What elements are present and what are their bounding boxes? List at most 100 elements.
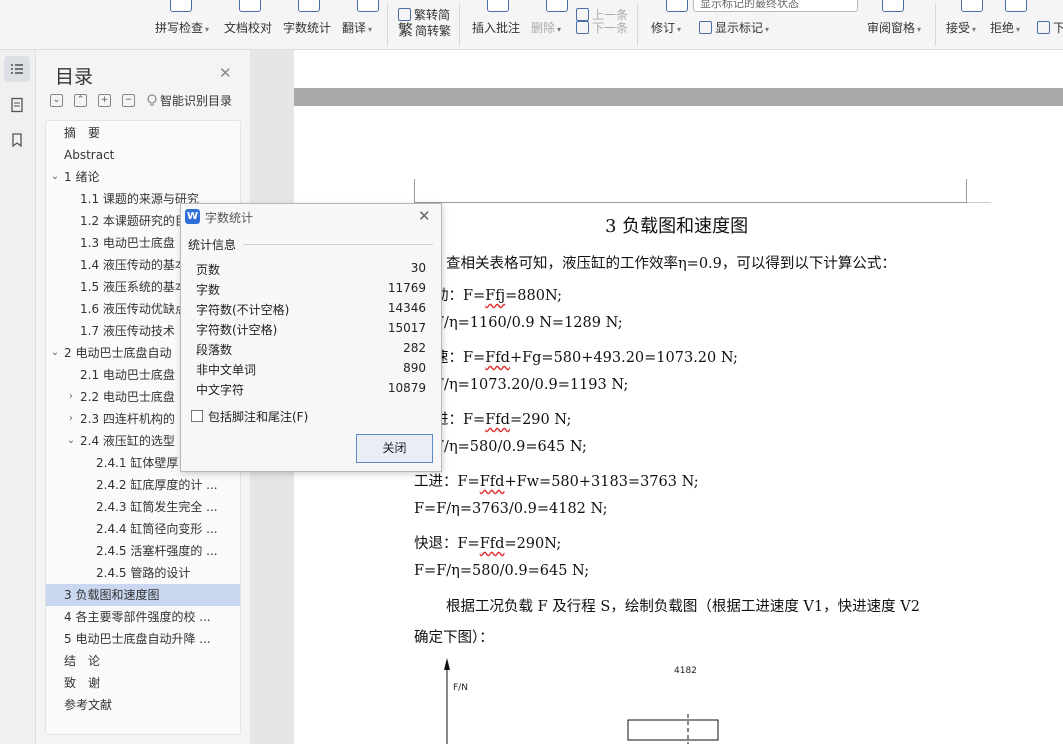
paragraph-line-2: 确定下图）： <box>414 630 494 646</box>
stat-label: 字数 <box>196 283 221 297</box>
toc-item-label: 结 论 <box>64 654 101 668</box>
stat-value: 890 <box>403 361 426 375</box>
toc-item[interactable]: 2.4.2 缸底厚度的计 ... <box>46 474 240 496</box>
spellcheck-flagged-text[interactable]: Ffd <box>485 412 510 428</box>
formula-text: F=F/η=3763/0.9=4182 N; <box>414 501 608 517</box>
stats-group-label: 统计信息 <box>188 238 237 252</box>
stat-value: 282 <box>403 341 426 355</box>
add-entry-icon[interactable]: + <box>98 94 111 107</box>
toc-item[interactable]: 参考文献 <box>46 694 240 716</box>
stat-row: 字数 11769 <box>196 281 426 301</box>
bookmark-button[interactable] <box>4 127 30 153</box>
list-icon <box>11 64 23 74</box>
chevron-down-icon[interactable]: ⌄ <box>49 342 61 364</box>
spellcheck-flagged-text[interactable]: Ffd <box>480 474 505 490</box>
toc-item[interactable]: 致 谢 <box>46 672 240 694</box>
ribbon-button-label: 下一条 <box>1037 19 1063 36</box>
toc-item-label: 2.2 电动巴士底盘 <box>80 390 175 404</box>
ribbon-button-label: 繁简转繁 <box>398 19 451 40</box>
ribbon-separator <box>387 4 388 46</box>
toc-item[interactable]: 5 电动巴士底盘自动升降 ... <box>46 628 240 650</box>
chevron-right-icon[interactable]: › <box>65 386 77 408</box>
include-footnotes-label[interactable]: 包括脚注和尾注(F) <box>208 408 308 425</box>
group-divider <box>243 244 433 245</box>
toc-item-label: 4 各主要零部件强度的校 ... <box>64 610 211 624</box>
toc-panel-button[interactable] <box>4 56 30 82</box>
stat-row: 字符数(计空格) 15017 <box>196 321 426 341</box>
page-thumbnail-button[interactable] <box>4 92 30 118</box>
toc-item[interactable]: 2.4.4 缸筒径向变形 ... <box>46 518 240 540</box>
toc-item-label: 摘 要 <box>64 126 101 140</box>
stat-value: 11769 <box>387 281 426 295</box>
stat-label: 字符数(计空格) <box>196 323 278 337</box>
ribbon-button-text: 插入批注 <box>472 21 521 35</box>
ribbon-separator <box>935 4 936 46</box>
chevron-right-icon[interactable]: › <box>65 408 77 430</box>
formula-line: F/η=1160/0.9 N=1289 N; <box>434 315 623 331</box>
chevron-down-icon[interactable]: ⌄ <box>49 166 61 188</box>
stat-row: 字符数(不计空格) 14346 <box>196 301 426 321</box>
y-axis-label: F/N <box>453 683 468 693</box>
ribbon-small-icon <box>1037 21 1050 34</box>
ribbon-button-label: 翻译 ▾ <box>342 19 372 36</box>
ribbon-button-text: 接受 <box>946 21 971 35</box>
ribbon-button-text: 拒绝 <box>990 21 1015 35</box>
toc-item-label: 2.3 四连杆机构的 <box>80 412 175 426</box>
smart-toc-button[interactable]: 智能识别目录 <box>147 92 232 109</box>
toc-item-label: 1 绪论 <box>64 170 100 184</box>
dropdown-arrow-icon: ▾ <box>972 25 977 34</box>
dropdown-arrow-icon: ▾ <box>557 25 562 34</box>
toc-item[interactable]: Abstract <box>46 144 240 166</box>
ribbon-button-label: 下一条 <box>576 19 628 36</box>
stat-value: 30 <box>410 261 426 275</box>
ribbon-button-label: 删除 ▾ <box>531 19 561 36</box>
formula-line: 动：F=Ffj=880N; <box>434 284 562 305</box>
toc-item-label: 5 电动巴士底盘自动升降 ... <box>64 632 211 646</box>
collapse-all-icon[interactable]: ⌄ <box>50 94 63 107</box>
formula-text: F/η=1160/0.9 N=1289 N; <box>434 315 623 331</box>
expand-up-icon[interactable]: ⌃ <box>74 94 87 107</box>
formula-text: =290 N; <box>509 412 572 428</box>
ribbon-tool-icon <box>170 0 192 12</box>
spellcheck-flagged-text[interactable]: Ffj <box>485 288 505 304</box>
lightbulb-icon <box>147 94 157 106</box>
formula-text: +Fg=580+493.20=1073.20 N; <box>509 350 738 366</box>
stat-label: 非中文单词 <box>196 363 257 377</box>
formula-line: F=F/η=3763/0.9=4182 N; <box>414 501 608 517</box>
toc-item[interactable]: 2.4.5 活塞杆强度的 ... <box>46 540 240 562</box>
spellcheck-flagged-text[interactable]: Ffd <box>485 350 510 366</box>
toc-item[interactable]: 结 论 <box>46 650 240 672</box>
ribbon-tool-icon <box>961 0 983 12</box>
markup-state-select[interactable]: 显示标记的最终状态 <box>693 0 858 12</box>
close-icon[interactable]: ✕ <box>219 64 232 82</box>
dialog-titlebar[interactable]: W 字数统计 ✕ <box>181 204 441 230</box>
chevron-down-icon[interactable]: ⌄ <box>65 430 77 452</box>
dialog-title: 字数统计 <box>205 211 254 225</box>
toc-item[interactable]: 3 负载图和速度图 <box>46 584 240 606</box>
formula-line: F/η=580/0.9=645 N; <box>434 439 587 455</box>
load-chart: F/N 4182 <box>444 658 719 744</box>
toc-item[interactable]: 2.4.3 缸筒发生完全 ... <box>46 496 240 518</box>
toc-item-label: 2.1 电动巴士底盘 <box>80 368 175 382</box>
ribbon-button-text: 字数统计 <box>283 21 332 35</box>
formula-text: 快退：F= <box>414 536 480 552</box>
stat-label: 中文字符 <box>196 383 245 397</box>
page-header-line <box>414 179 967 203</box>
toc-item-label: 1.5 液压系统的基本 <box>80 280 187 294</box>
toc-item[interactable]: 摘 要 <box>46 122 240 144</box>
stat-value: 14346 <box>387 301 426 315</box>
ribbon-button-text: 文档校对 <box>224 21 273 35</box>
ribbon-tool-icon <box>882 0 904 12</box>
toc-item[interactable]: 2.4.5 管路的设计 <box>46 562 240 584</box>
include-footnotes-checkbox[interactable] <box>191 410 203 422</box>
toc-item[interactable]: 4 各主要零部件强度的校 ... <box>46 606 240 628</box>
load-segment <box>627 719 719 741</box>
spellcheck-flagged-text[interactable]: Ffd <box>480 536 505 552</box>
remove-entry-icon[interactable]: − <box>122 94 135 107</box>
close-icon[interactable]: ✕ <box>418 207 431 225</box>
dropdown-arrow-icon: ▾ <box>677 25 682 34</box>
ribbon-tool-icon <box>546 0 568 12</box>
close-button[interactable]: 关闭 <box>356 434 433 463</box>
formula-text: F/η=580/0.9=645 N; <box>434 439 587 455</box>
toc-item[interactable]: ⌄ 1 绪论 <box>46 166 240 188</box>
